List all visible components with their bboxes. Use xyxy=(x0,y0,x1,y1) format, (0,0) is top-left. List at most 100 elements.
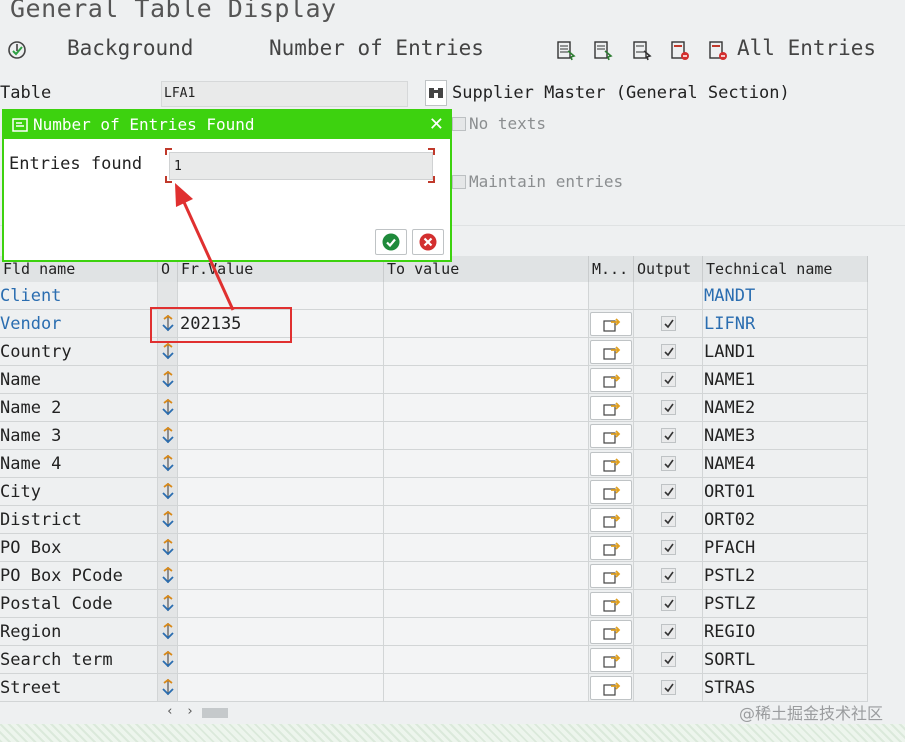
from-value-cell[interactable] xyxy=(178,562,384,590)
multiple-selection-button[interactable] xyxy=(590,368,632,392)
header-m[interactable]: M... xyxy=(589,256,634,282)
output-checkbox[interactable] xyxy=(661,512,676,527)
deselect-all-icon[interactable] xyxy=(707,39,729,61)
header-output[interactable]: Output xyxy=(634,256,703,282)
multiple-selection-button[interactable] xyxy=(590,648,632,672)
multiple-selection-button[interactable] xyxy=(590,340,632,364)
from-value-cell[interactable] xyxy=(178,590,384,618)
select-all-icon[interactable] xyxy=(555,39,577,61)
output-checkbox[interactable] xyxy=(661,344,676,359)
to-value-cell[interactable] xyxy=(384,366,589,394)
output-checkbox[interactable] xyxy=(661,568,676,583)
selection-option-icon[interactable] xyxy=(160,621,176,641)
scroll-right-icon[interactable]: › xyxy=(186,704,194,719)
output-checkbox[interactable] xyxy=(661,596,676,611)
to-value-cell[interactable] xyxy=(384,394,589,422)
to-value-cell[interactable] xyxy=(384,310,589,338)
from-value-cell[interactable] xyxy=(178,534,384,562)
multiple-selection-button[interactable] xyxy=(590,508,632,532)
selection-option-icon[interactable] xyxy=(160,453,176,473)
from-value-cell[interactable] xyxy=(178,506,384,534)
option-cell[interactable] xyxy=(158,478,178,506)
option-cell[interactable] xyxy=(158,646,178,674)
option-cell[interactable] xyxy=(158,590,178,618)
multiple-selection-button[interactable] xyxy=(590,676,632,700)
entries-found-field[interactable]: 1 xyxy=(169,152,433,180)
multiple-selection-button[interactable] xyxy=(590,396,632,420)
execute-icon[interactable] xyxy=(6,39,28,61)
from-value-cell[interactable] xyxy=(178,674,384,702)
deselect-icon[interactable] xyxy=(669,39,691,61)
to-value-cell[interactable] xyxy=(384,646,589,674)
from-value-cell[interactable] xyxy=(178,478,384,506)
option-cell[interactable] xyxy=(158,366,178,394)
option-cell[interactable] xyxy=(158,618,178,646)
multiple-selection-button[interactable] xyxy=(590,424,632,448)
from-value-cell[interactable] xyxy=(178,450,384,478)
selection-option-icon[interactable] xyxy=(160,509,176,529)
multiple-selection-button[interactable] xyxy=(590,536,632,560)
option-cell[interactable] xyxy=(158,282,178,310)
selection-option-icon[interactable] xyxy=(160,649,176,669)
output-checkbox[interactable] xyxy=(661,680,676,695)
option-cell[interactable] xyxy=(158,394,178,422)
to-value-cell[interactable] xyxy=(384,562,589,590)
confirm-button[interactable] xyxy=(375,229,407,255)
from-value-cell[interactable] xyxy=(178,394,384,422)
option-cell[interactable] xyxy=(158,562,178,590)
selection-option-icon[interactable] xyxy=(160,341,176,361)
selection-option-icon[interactable] xyxy=(160,677,176,697)
from-value-cell[interactable] xyxy=(178,422,384,450)
multiple-selection-button[interactable] xyxy=(590,592,632,616)
output-checkbox[interactable] xyxy=(661,372,676,387)
selection-option-icon[interactable] xyxy=(160,397,176,417)
selection-option-icon[interactable] xyxy=(160,565,176,585)
table-search-icon[interactable] xyxy=(425,80,447,106)
multiple-selection-button[interactable] xyxy=(590,312,632,336)
selection-option-icon[interactable] xyxy=(160,425,176,445)
to-value-cell[interactable] xyxy=(384,478,589,506)
selection-option-icon[interactable] xyxy=(160,537,176,557)
scroll-thumb[interactable] xyxy=(202,708,228,718)
no-texts-checkbox[interactable] xyxy=(452,117,466,131)
select-block-icon[interactable] xyxy=(592,39,614,61)
output-checkbox[interactable] xyxy=(661,484,676,499)
multiple-selection-button[interactable] xyxy=(590,452,632,476)
selection-option-icon[interactable] xyxy=(160,593,176,613)
scroll-left-icon[interactable]: ‹ xyxy=(166,704,174,719)
selection-option-icon[interactable] xyxy=(160,369,176,389)
from-value-cell[interactable] xyxy=(178,618,384,646)
to-value-cell[interactable] xyxy=(384,534,589,562)
to-value-cell[interactable] xyxy=(384,338,589,366)
to-value-cell[interactable] xyxy=(384,506,589,534)
to-value-cell[interactable] xyxy=(384,590,589,618)
multiple-selection-button[interactable] xyxy=(590,564,632,588)
output-checkbox[interactable] xyxy=(661,540,676,555)
to-value-cell[interactable] xyxy=(384,674,589,702)
option-cell[interactable] xyxy=(158,506,178,534)
multiple-selection-button[interactable] xyxy=(590,480,632,504)
from-value-cell[interactable] xyxy=(178,282,384,310)
to-value-cell[interactable] xyxy=(384,618,589,646)
option-cell[interactable] xyxy=(158,422,178,450)
table-input[interactable]: LFA1 xyxy=(161,81,408,107)
header-technical-name[interactable]: Technical name xyxy=(703,256,868,282)
all-entries-button[interactable]: All Entries xyxy=(737,36,876,60)
selection-option-icon[interactable] xyxy=(160,481,176,501)
option-cell[interactable] xyxy=(158,534,178,562)
to-value-cell[interactable] xyxy=(384,450,589,478)
to-value-cell[interactable] xyxy=(384,422,589,450)
output-checkbox[interactable] xyxy=(661,316,676,331)
close-icon[interactable]: ✕ xyxy=(429,114,444,135)
select-field-icon[interactable] xyxy=(631,39,653,61)
cancel-button[interactable] xyxy=(412,229,444,255)
from-value-cell[interactable] xyxy=(178,366,384,394)
number-of-entries-button[interactable]: Number of Entries xyxy=(269,36,484,60)
to-value-cell[interactable] xyxy=(384,282,589,310)
option-cell[interactable] xyxy=(158,674,178,702)
multiple-selection-button[interactable] xyxy=(590,620,632,644)
output-checkbox[interactable] xyxy=(661,624,676,639)
output-checkbox[interactable] xyxy=(661,400,676,415)
output-checkbox[interactable] xyxy=(661,652,676,667)
option-cell[interactable] xyxy=(158,450,178,478)
